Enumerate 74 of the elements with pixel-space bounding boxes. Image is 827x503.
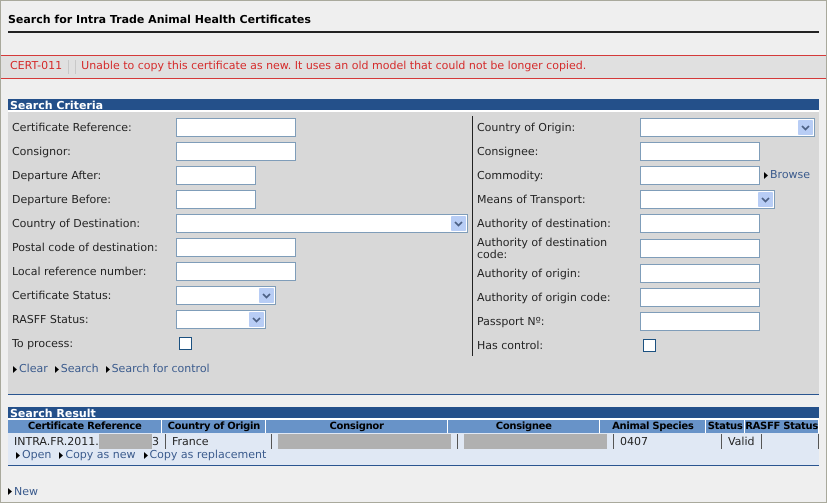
select-field[interactable]: [176, 286, 276, 305]
text-input-field[interactable]: [176, 190, 256, 209]
triangle-icon: [144, 452, 148, 459]
field-label: Authority of destination code:: [477, 236, 608, 260]
table-cell: 3: [152, 434, 159, 448]
table-cell: 0407: [620, 434, 648, 448]
text-input-field[interactable]: [176, 142, 296, 161]
text-input-field[interactable]: [640, 264, 760, 283]
field-label: Passport Nº:: [477, 316, 546, 328]
field-label: Authority of destination:: [477, 218, 612, 230]
triangle-icon: [54, 366, 59, 373]
text-input-field[interactable]: [176, 166, 256, 185]
checkbox[interactable]: [179, 337, 192, 350]
action-link[interactable]: Clear: [19, 361, 48, 378]
field-label: Departure After:: [12, 170, 102, 182]
field-label: Country of Destination:: [12, 218, 142, 230]
field-label: To process:: [12, 338, 74, 350]
column-header: Country of Origin: [162, 420, 266, 432]
table-cell: INTRA.FR.2011.: [14, 434, 99, 448]
field-label: Certificate Reference:: [12, 122, 133, 134]
select-field[interactable]: [176, 214, 468, 233]
text-input-field[interactable]: [640, 312, 760, 331]
field-label: Local reference number:: [12, 266, 148, 278]
text-input-field[interactable]: [640, 288, 760, 307]
field-label: RASFF Status:: [12, 314, 90, 326]
error-code: CERT-011: [10, 58, 62, 74]
field-label: Consignee:: [477, 146, 540, 158]
field-label: Commodity:: [477, 170, 544, 182]
select-field[interactable]: [640, 190, 775, 209]
field-label: Means of Transport:: [477, 194, 587, 206]
action-link[interactable]: New: [14, 484, 38, 500]
field-label: Consignor:: [12, 146, 72, 158]
table-cell: France: [172, 434, 209, 448]
column-header: Animal Species: [600, 420, 706, 432]
text-input-field[interactable]: [176, 238, 296, 257]
field-label: Country of Origin:: [477, 122, 576, 134]
triangle-icon: [16, 452, 20, 459]
redacted-block: [98, 434, 152, 448]
text-input-field[interactable]: [640, 214, 760, 233]
action-link[interactable]: Open: [22, 447, 52, 464]
text-input-field[interactable]: [640, 142, 760, 161]
field-label: Has control:: [477, 340, 544, 352]
triangle-icon: [764, 172, 768, 179]
text-input-field[interactable]: [640, 239, 760, 258]
field-label: Authority of origin code:: [477, 292, 612, 304]
action-link[interactable]: Copy as new: [65, 447, 136, 464]
field-label: Departure Before:: [12, 194, 112, 206]
column-header: Consignor: [266, 420, 448, 432]
triangle-icon: [8, 488, 12, 496]
table-cell: Valid: [728, 434, 755, 448]
error-message: Unable to copy this certificate as new. It uses an old model that could not be longer copied.: [81, 58, 586, 74]
action-link[interactable]: Browse: [770, 166, 810, 184]
triangle-icon: [106, 366, 110, 373]
page-title: Search for Intra Trade Animal Health Certificates: [8, 12, 819, 32]
column-header: Certificate Reference: [8, 420, 162, 432]
triangle-icon: [13, 366, 17, 373]
field-label: Postal code of destination:: [12, 242, 159, 254]
triangle-icon: [59, 452, 64, 459]
text-input-field[interactable]: [176, 118, 296, 137]
field-label: Certificate Status:: [12, 290, 112, 302]
column-header: Status: [706, 420, 746, 432]
action-link[interactable]: Search for control: [112, 361, 210, 378]
field-label: Authority of origin:: [477, 268, 582, 280]
select-field[interactable]: [176, 310, 266, 329]
select-field[interactable]: [640, 118, 815, 137]
section-header: Search Criteria: [8, 98, 819, 112]
column-header: RASFF Status: [745, 420, 819, 432]
checkbox[interactable]: [643, 339, 656, 352]
text-input-field[interactable]: [640, 166, 760, 185]
action-link[interactable]: Copy as replacement: [150, 447, 266, 464]
text-input-field[interactable]: [176, 262, 296, 281]
column-header: Consignee: [448, 420, 600, 432]
section-header: Search Result: [8, 406, 819, 420]
action-link[interactable]: Search: [60, 361, 99, 378]
